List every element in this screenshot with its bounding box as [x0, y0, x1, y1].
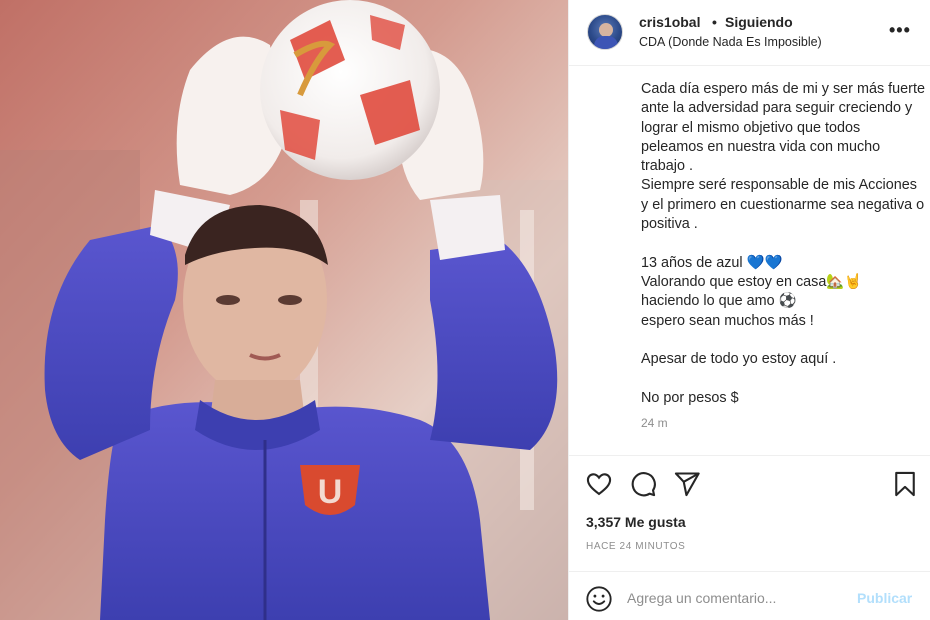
share-button[interactable]: [673, 470, 701, 498]
paper-plane-icon: [674, 472, 700, 497]
comment-button[interactable]: [629, 470, 657, 498]
action-bar: [569, 455, 930, 515]
username-link[interactable]: cris1obal: [639, 14, 700, 30]
post-side-panel: cris1obal • Siguiendo CDA (Donde Nada Es…: [568, 0, 930, 620]
post-photo[interactable]: U: [0, 0, 568, 620]
like-count[interactable]: 3,357 Me gusta: [586, 514, 686, 530]
following-button[interactable]: Siguiendo: [725, 14, 793, 30]
heart-icon: [586, 473, 612, 496]
smiley-icon: [586, 586, 612, 612]
avatar-face: [599, 23, 613, 37]
comment-input[interactable]: [627, 585, 847, 611]
separator-dot: •: [712, 14, 717, 30]
bookmark-icon: [895, 471, 915, 497]
post-caption: Cada día espero más de mi y ser más fuer…: [641, 81, 925, 406]
emoji-button[interactable]: [585, 585, 613, 613]
location-link[interactable]: CDA (Donde Nada Es Imposible): [639, 35, 822, 49]
like-button[interactable]: [585, 470, 613, 498]
post-header: cris1obal • Siguiendo CDA (Donde Nada Es…: [569, 0, 930, 66]
save-button[interactable]: [891, 470, 919, 498]
goalkeeper-photo-illustration: U: [0, 0, 568, 620]
posted-time[interactable]: HACE 24 MINUTOS: [586, 541, 685, 552]
comment-bar: Publicar: [569, 571, 930, 620]
avatar[interactable]: [587, 14, 623, 50]
more-options-icon[interactable]: •••: [889, 20, 911, 41]
jersey-crest-letter: U: [318, 473, 343, 511]
comment-bubble-icon: [631, 472, 656, 497]
caption-timestamp[interactable]: 24 m: [641, 416, 668, 430]
avatar-body: [594, 36, 618, 49]
publish-button[interactable]: Publicar: [857, 590, 912, 606]
